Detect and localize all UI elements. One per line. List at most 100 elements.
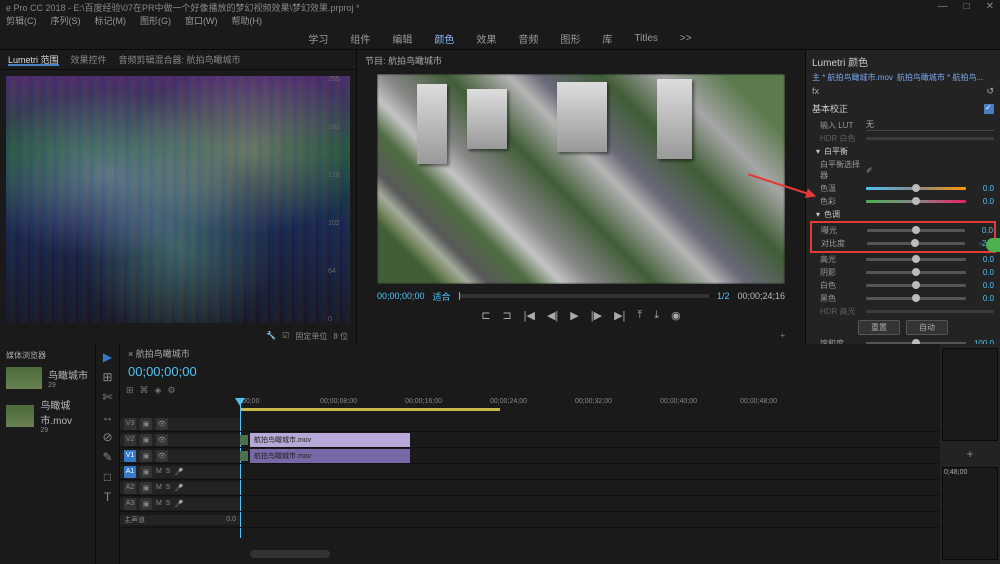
temp-val[interactable]: 0.0 [970, 184, 994, 193]
settings-icon[interactable]: ⚙ [167, 385, 175, 396]
razor-tool-icon[interactable]: ↔ [102, 410, 114, 424]
program-monitor: 节目: 航拍鸟瞰城市 00;00;00;00 适合 1/2 00;00;24;1… [356, 50, 806, 344]
track-a3-target[interactable]: A3 [124, 498, 136, 510]
eyedropper-icon[interactable]: ✐ [866, 166, 873, 175]
ws-color[interactable]: 颜色 [434, 31, 454, 46]
ws-effects[interactable]: 效果 [476, 31, 496, 46]
track-a2-target[interactable]: A2 [124, 482, 136, 494]
lumetri-path-master[interactable]: 主 * 航拍鸟瞰城市.mov [812, 71, 893, 84]
ws-editing[interactable]: 编辑 [392, 31, 412, 46]
step-back-icon[interactable]: ◀| [547, 309, 558, 322]
contrast-slider[interactable] [867, 242, 965, 245]
ws-libraries[interactable]: 库 [602, 31, 612, 46]
menu-clip[interactable]: 剪辑(C) [6, 14, 37, 28]
menu-sequence[interactable]: 序列(S) [51, 14, 81, 28]
project-item[interactable]: 鸟瞰城市29 [4, 363, 91, 393]
saturation-slider[interactable] [866, 342, 966, 344]
track-select-icon[interactable]: ⊞ [102, 370, 112, 384]
lumetri-path-clip[interactable]: 航拍鸟瞰城市 * 航拍鸟... [897, 71, 983, 84]
maximize-button[interactable]: □ [964, 1, 970, 13]
ws-titles[interactable]: Titles [634, 33, 658, 44]
track-a1-target[interactable]: A1 [124, 466, 136, 478]
clip-v2[interactable]: 航拍鸟瞰城市.mov [250, 433, 410, 447]
marker-icon[interactable]: ◈ [155, 385, 162, 396]
ws-more[interactable]: >> [680, 33, 692, 44]
program-fit[interactable]: 适合 [433, 290, 451, 303]
timeline-timecode[interactable]: 00;00;00;00 [128, 364, 197, 379]
close-button[interactable]: ✕ [986, 1, 994, 13]
program-tc-left[interactable]: 00;00;00;00 [377, 291, 425, 301]
highlight-annotation: 曝光0.0 对比度-2.7 [810, 221, 996, 253]
timeline-ruler[interactable]: ;00;00 00;00;08;00 00;00;16;00 00;00;24;… [120, 398, 940, 416]
go-out-icon[interactable]: ▶| [614, 309, 625, 322]
master-track[interactable]: 主声道 [124, 515, 145, 525]
reset-fx-icon[interactable]: ↺ [986, 86, 994, 97]
tone-header[interactable]: ▾ [816, 210, 820, 219]
clamp-toggle[interactable]: ☑ [282, 331, 289, 342]
track-v2-target[interactable]: V2 [124, 434, 136, 446]
hand-tool-icon[interactable]: □ [104, 470, 111, 484]
highlights-slider[interactable] [866, 258, 966, 261]
tab-lumetri-scopes[interactable]: Lumetri 范围 [8, 53, 59, 66]
timeline-zoom-slider[interactable] [250, 550, 330, 558]
add-button-icon[interactable]: + [780, 331, 785, 340]
reset-button[interactable]: 重置 [858, 320, 900, 335]
mark-in-icon[interactable]: ⊏ [481, 309, 490, 322]
wrench-icon[interactable]: 🔧 [266, 331, 276, 342]
blacks-slider[interactable] [866, 297, 966, 300]
menu-help[interactable]: 帮助(H) [232, 14, 263, 28]
timeline-title[interactable]: × 航拍鸟瞰城市 [120, 344, 940, 364]
ws-assembly[interactable]: 组件 [350, 31, 370, 46]
shadows-slider[interactable] [866, 271, 966, 274]
whites-slider[interactable] [866, 284, 966, 287]
menu-window[interactable]: 窗口(W) [185, 14, 218, 28]
extract-icon[interactable]: ⤓ [654, 309, 659, 322]
exposure-slider[interactable] [867, 229, 965, 232]
section-basic[interactable]: 基本校正 [812, 102, 848, 115]
lut-dropdown[interactable]: 无 [866, 119, 994, 131]
export-frame-icon[interactable]: ◉ [671, 309, 681, 322]
small-tc: 0;48;00 [943, 468, 997, 477]
menu-marker[interactable]: 标记(M) [95, 14, 127, 28]
fx-badge[interactable]: fx [812, 86, 819, 97]
add-panel-icon[interactable]: + [942, 445, 998, 463]
audio-meters: + 0;48;00 [940, 344, 1000, 564]
ripple-tool-icon[interactable]: ✄ [102, 390, 112, 404]
link-icon[interactable]: ⌘ [140, 385, 149, 396]
wb-header[interactable]: ▾ [816, 147, 820, 156]
program-scrubber[interactable] [459, 294, 709, 298]
track-v3-target[interactable]: V3 [124, 418, 136, 430]
ws-audio[interactable]: 音频 [518, 31, 538, 46]
pen-tool-icon[interactable]: ✎ [102, 450, 112, 464]
slip-tool-icon[interactable]: ⊘ [102, 430, 112, 444]
go-in-icon[interactable]: |◀ [524, 309, 535, 322]
track-v1-target[interactable]: V1 [124, 450, 136, 462]
menu-graphics[interactable]: 图形(G) [140, 14, 171, 28]
program-zoom[interactable]: 1/2 [717, 291, 730, 301]
lift-icon[interactable]: ⤒ [637, 309, 642, 322]
selection-tool-icon[interactable]: ▶ [103, 350, 112, 364]
program-title: 节目: 航拍鸟瞰城市 [357, 50, 805, 70]
minimize-button[interactable]: — [938, 1, 948, 13]
clip-v1[interactable]: 航拍鸟瞰城市.mov [250, 449, 410, 463]
temp-slider[interactable] [866, 187, 966, 190]
tab-effect-controls[interactable]: 效果控件 [71, 53, 107, 66]
step-fwd-icon[interactable]: |▶ [591, 309, 602, 322]
project-item[interactable]: 鸟瞰城市.mov29 [4, 393, 91, 438]
play-icon[interactable]: ▶ [570, 309, 578, 322]
tab-audio-mixer[interactable]: 音频剪辑混合器: 航拍鸟瞰城市 [119, 53, 241, 66]
exposure-val[interactable]: 0.0 [969, 226, 993, 235]
snap-icon[interactable]: ⊞ [126, 385, 134, 396]
ws-graphics[interactable]: 图形 [560, 31, 580, 46]
tab-media-browser[interactable]: 媒体浏览器 [4, 348, 91, 363]
ws-learn[interactable]: 学习 [308, 31, 328, 46]
tint-val[interactable]: 0.0 [970, 197, 994, 206]
tint-slider[interactable] [866, 200, 966, 203]
scope-canvas[interactable]: 255192 128102 640 [6, 76, 350, 323]
hdr-white-label: HDR 白色 [820, 133, 862, 144]
auto-button[interactable]: 自动 [906, 320, 948, 335]
basic-toggle[interactable] [984, 104, 994, 114]
type-tool-icon[interactable]: T [104, 490, 111, 504]
mark-out-icon[interactable]: ⊐ [502, 309, 511, 322]
program-video[interactable] [377, 74, 785, 284]
